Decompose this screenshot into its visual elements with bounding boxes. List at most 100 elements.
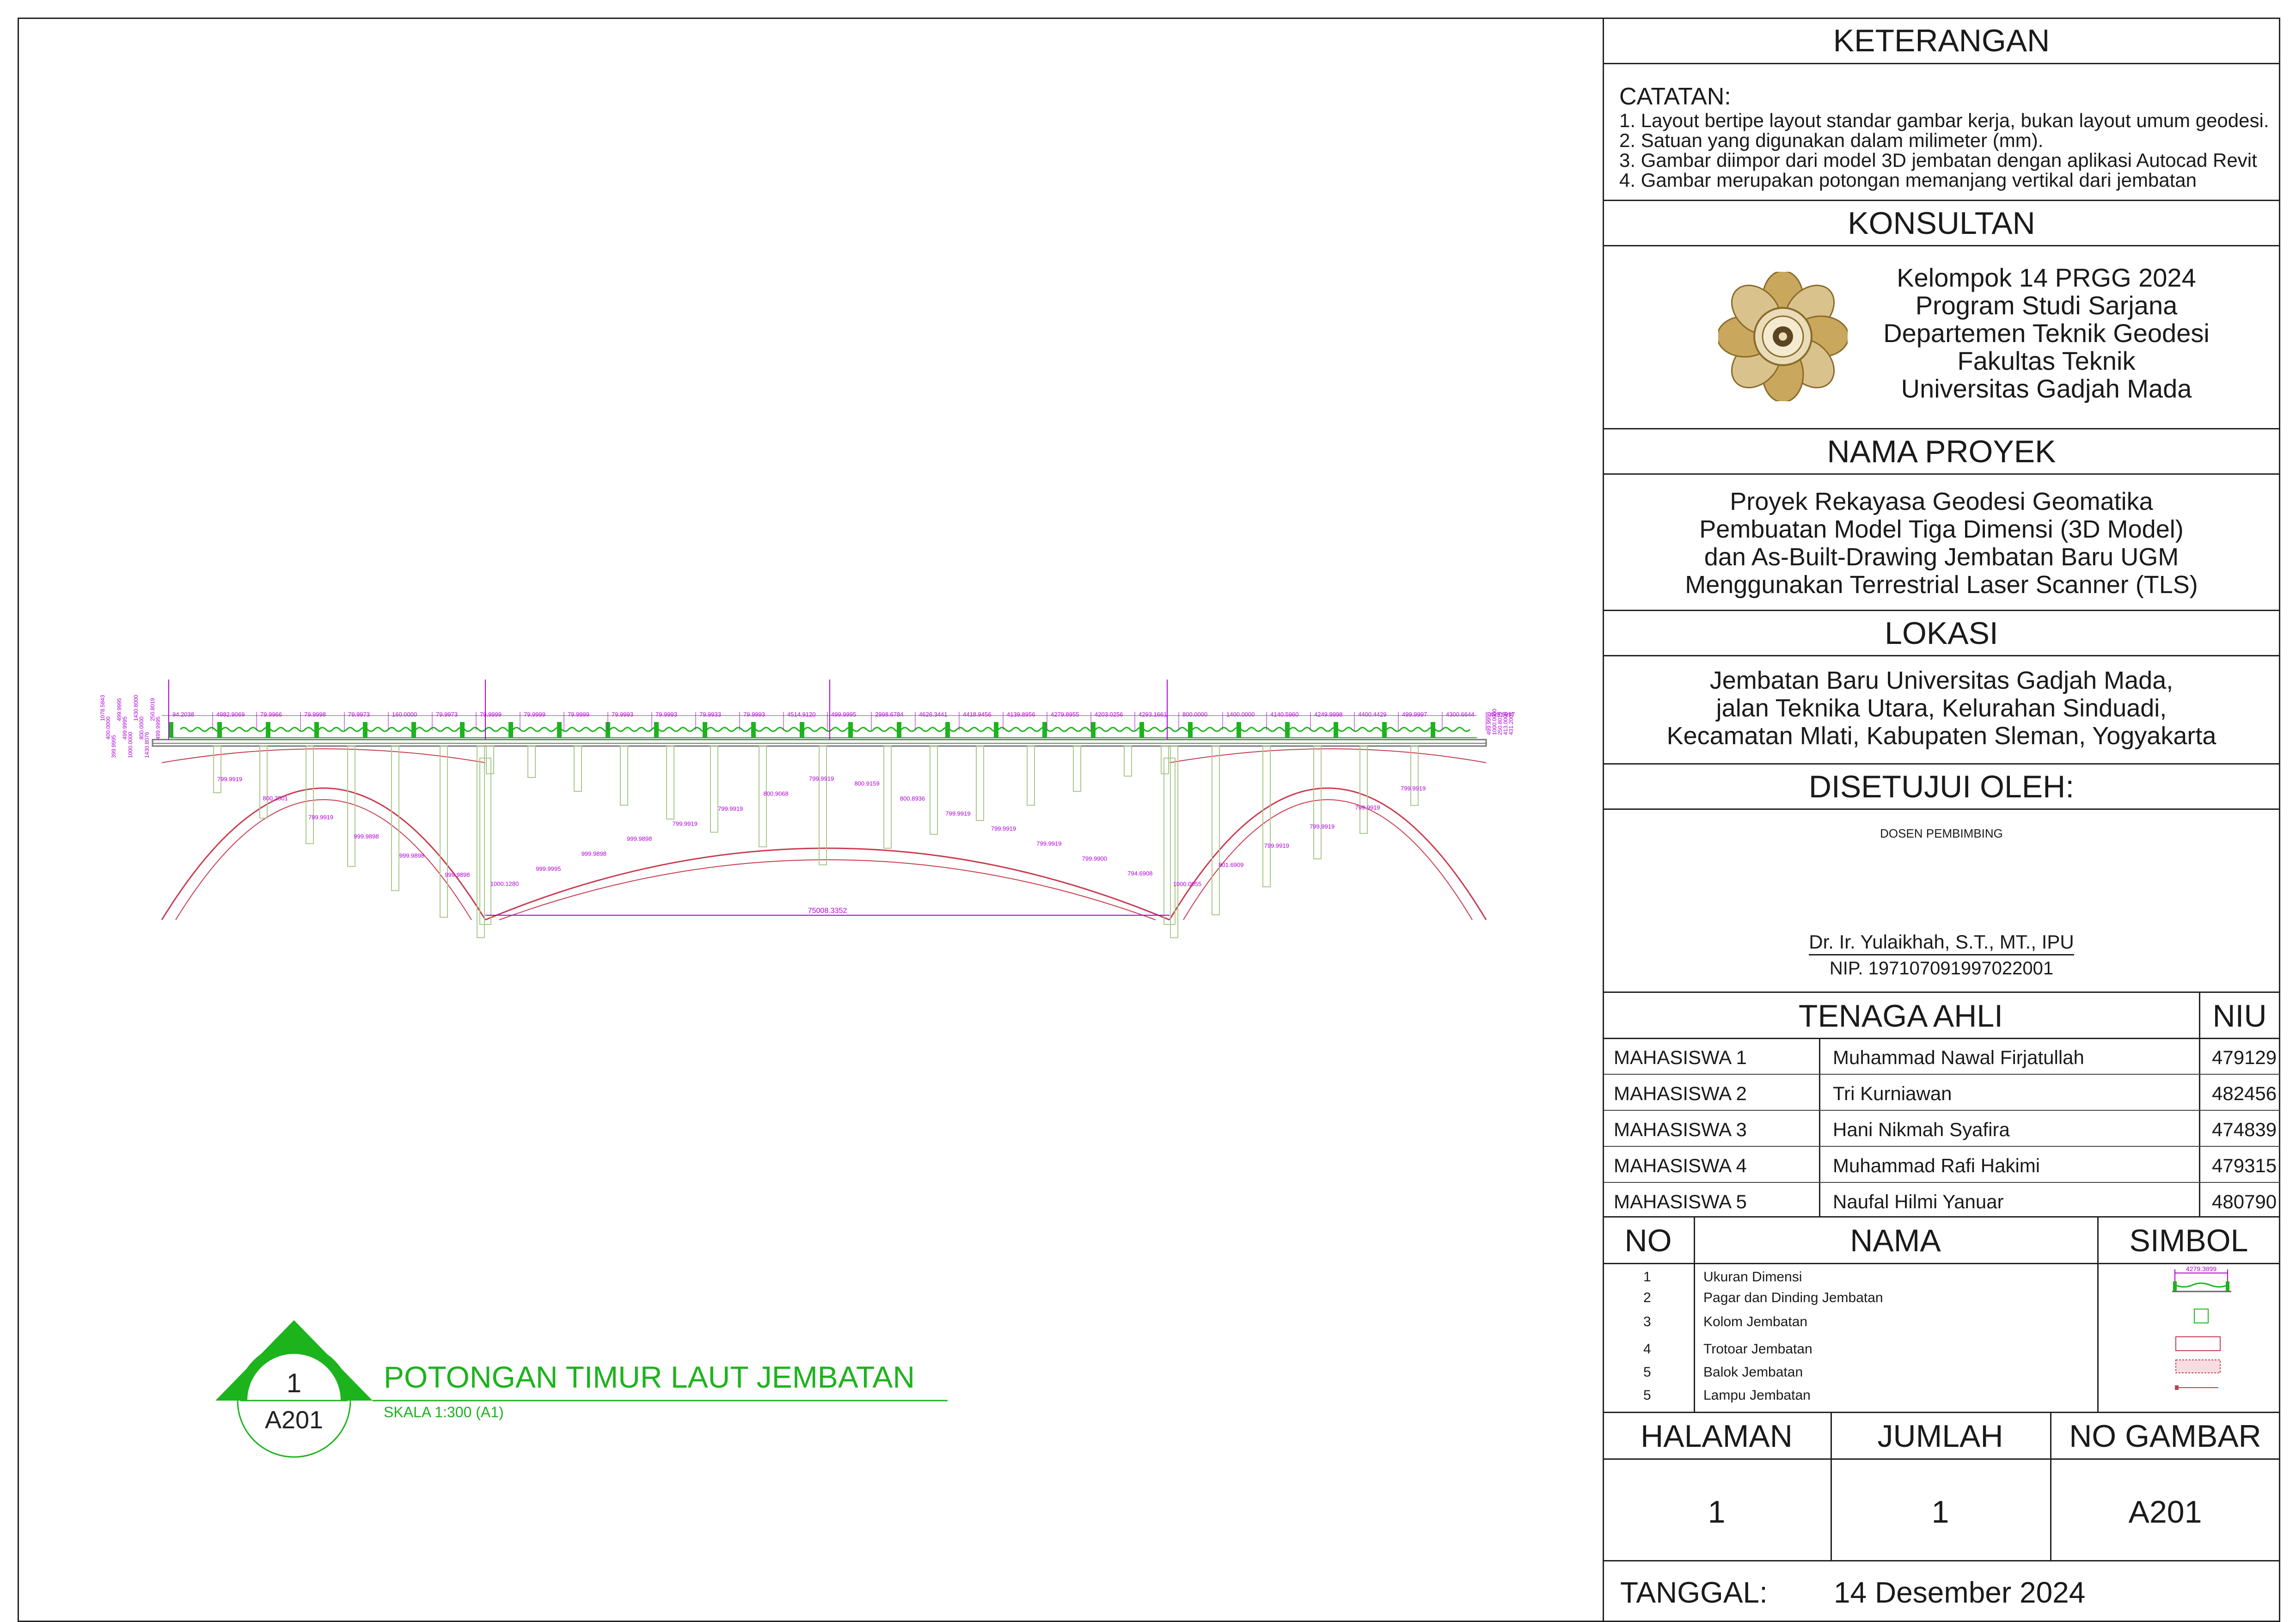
konsultan-text: Kelompok 14 PRGG 2024 Program Studi Sarj… [1834,264,2259,403]
lower-dimension-label: 794.6908 [1127,870,1152,877]
view-number: 1 [287,1368,301,1398]
notes-list: 1. Layout bertipe layout standar gambar … [1619,110,2269,190]
top-dimension-label: 4400.4429 [1358,711,1386,718]
lamp-post [994,722,998,738]
halaman-value: 1 [1708,1494,1726,1530]
proyek-text: Proyek Rekayasa Geodesi Geomatika Pembua… [1603,488,2280,599]
legend-nama: Lampu Jembatan [1703,1388,1811,1403]
proyek-line: Pembuatan Model Tiga Dimensi (3D Model) [1699,515,2184,543]
dosen-name: Dr. Ir. Yulaikhah, S.T., MT., IPU [1809,931,2074,955]
lokasi-line: jalan Teknika Utara, Kelurahan Sinduadi, [1716,694,2167,722]
legend-no: 3 [1643,1314,1651,1329]
legend-nama-header: NAMA [1850,1223,1941,1258]
lamp-post [945,722,950,738]
lower-dimension-label: 800.9068 [764,790,789,797]
legend-no: 5 [1643,1388,1651,1403]
bridge-column [1027,746,1035,806]
catatan-section: CATATAN: 1. Layout bertipe layout standa… [1603,64,2280,201]
note-item: 1. Layout bertipe layout standar gambar … [1619,110,2269,131]
top-dimension-label: 800.0000 [1182,711,1207,718]
konsultan-line: Program Studi Sarjana [1915,291,2178,320]
konsultan-header: KONSULTAN [1848,206,2035,241]
railing [179,727,1471,732]
top-dimension-label: 4626.3441 [919,711,947,718]
bridge-column [574,746,582,792]
lower-dimension-label: 799.9919 [673,820,698,827]
bridge-column [930,746,938,835]
top-dimension-label: 79.9998 [304,711,326,718]
bridge-column [666,746,674,820]
team-role: MAHASISWA 2 [1614,1083,1747,1104]
top-dimension-label: 160.0000 [392,711,417,718]
bridge-column [1161,746,1169,774]
top-dimension-label: 499.9997 [1402,711,1427,718]
lamp-post [1285,722,1290,738]
top-dimension-label: 4249.9998 [1314,711,1342,718]
bridge-column [1262,746,1271,888]
lamp-post [751,722,756,738]
lower-dimension-label: 799.9919 [217,776,242,783]
lower-dimension-label: 999.9898 [399,852,424,859]
lower-dimension-label: 799.9919 [1355,804,1380,811]
tanggal-label: TANGGAL: [1620,1576,1768,1609]
dimension-symbol-text: 4279.3899 [2186,1265,2216,1273]
lower-dimension-label: 799.9919 [809,775,834,782]
legend-simbol-header: SIMBOL [2129,1223,2248,1258]
bridge-column [1359,746,1368,834]
lokasi-header-section: LOKASI [1603,611,2280,656]
lower-dimension-label: 800.8936 [900,795,925,802]
proyek-section: Proyek Rekayasa Geodesi Geomatika Pembua… [1603,475,2280,611]
team-niu: 474839 [2212,1119,2277,1140]
dosen-nip: NIP. 197107091997022001 [1829,958,2054,979]
lamp-post [363,722,367,738]
lamp-post [703,722,707,738]
lower-dimension-label: 799.9900 [1082,855,1107,862]
bridge-column [486,746,494,774]
bridge-column [1073,746,1081,792]
legend-nama: Trotoar Jembatan [1703,1341,1812,1357]
view-scale: SKALA 1:300 (A1) [384,1404,504,1420]
lokasi-line: Kecamatan Mlati, Kabupaten Sleman, Yogya… [1666,722,2216,750]
tanggal-value: 14 Desember 2024 [1834,1576,2086,1609]
top-dimension-label: 499.9995 [831,711,856,718]
bridge-column [391,746,399,891]
tanggal-row: TANGGAL: 14 Desember 2024 [1603,1561,2280,1609]
bridge-column [527,746,536,778]
bridge-column [306,746,314,844]
no-gambar-header: NO GAMBAR [2069,1419,2261,1454]
lower-dimension-label: 800.9159 [854,780,879,787]
lower-dimension-label: 1000.0055 [1173,881,1201,888]
bridge-column [1212,746,1220,915]
lower-dimension-label: 999.9898 [354,833,379,840]
title-block: KETERANGAN CATATAN: 1. Layout bertipe la… [1603,18,2280,1622]
team-role: MAHASISWA 4 [1614,1155,1747,1176]
catatan-label: CATATAN: [1619,83,1731,110]
lower-dimension-label: 799.9919 [1310,823,1335,830]
view-title: POTONGAN TIMUR LAUT JEMBATAN [384,1360,915,1394]
legend-nama: Ukuran Dimensi [1703,1269,1802,1285]
column-symbol [2194,1309,2209,1323]
lokasi-line: Jembatan Baru Universitas Gadjah Mada, [1709,667,2174,694]
top-dimension-label: 79.9999 [480,711,502,718]
team-name: Muhammad Rafi Hakimi [1833,1155,2040,1176]
disetujui-header-section: DISETUJUI OLEH: [1603,765,2280,810]
lokasi-header: LOKASI [1885,616,1998,651]
legend-nama: Pagar dan Dinding Jembatan [1703,1290,1883,1305]
top-dimension-label: 4982.9069 [216,711,245,718]
keterangan-header-section: KETERANGAN [1603,18,2280,64]
left-dimension-label: 1430.8076 [144,732,150,758]
bridge-column [1313,746,1322,859]
bridge-column [1124,746,1132,777]
row-divider [1603,1110,2280,1111]
left-dimension-label: 499.9995 [155,716,161,740]
konsultan-line: Departemen Teknik Geodesi [1883,318,2210,348]
note-item: 4. Gambar merupakan potongan memanjang v… [1619,169,2197,191]
top-dimension-label: 79.9993 [612,711,633,718]
keterangan-header: KETERANGAN [1833,23,2050,58]
lokasi-text: Jembatan Baru Universitas Gadjah Mada, j… [1603,667,2280,750]
lower-dimension-label: 1000.1280 [490,880,519,887]
row-divider [1603,1182,2280,1183]
disetujui-header: DISETUJUI OLEH: [1808,769,2075,804]
lamp-post [460,722,465,738]
note-item: 2. Satuan yang digunakan dalam milimeter… [1619,129,2044,151]
